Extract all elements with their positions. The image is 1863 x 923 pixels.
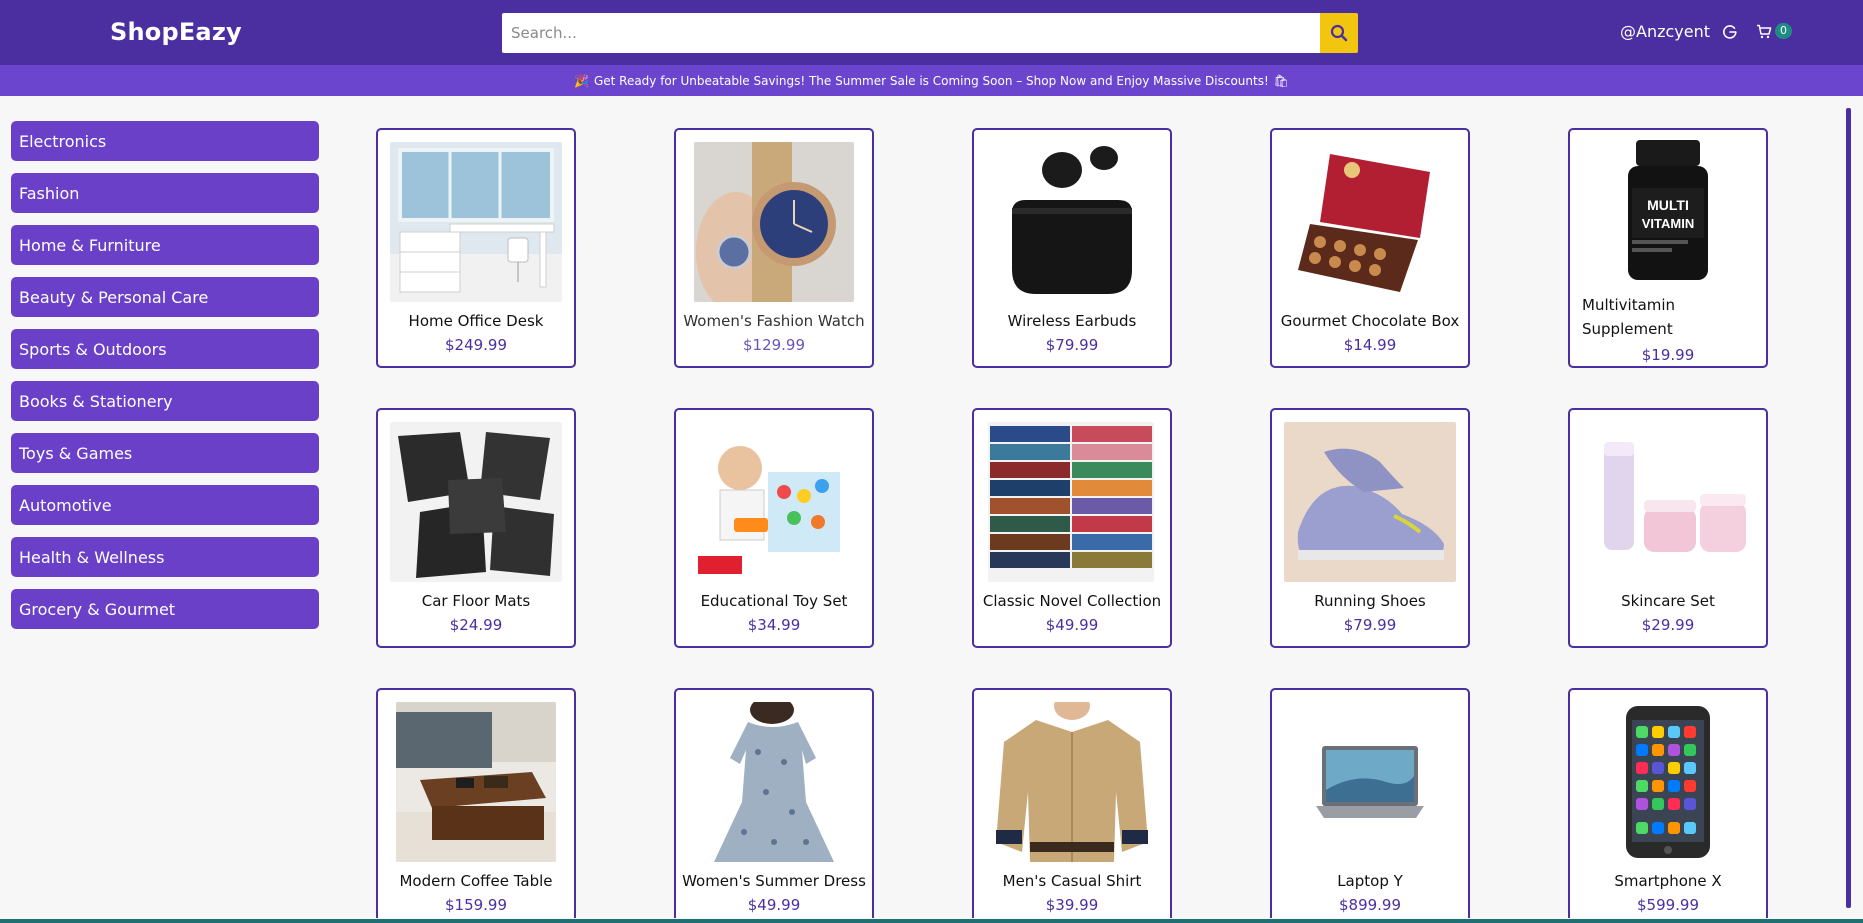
announcement-text: Get Ready for Unbeatable Savings! The Su…: [593, 73, 1269, 88]
logout-icon[interactable]: [1722, 24, 1738, 40]
shoes-icon: [1284, 422, 1456, 582]
username-link[interactable]: @Anzcyent: [1620, 22, 1710, 41]
watch-icon: [694, 142, 854, 302]
product-card[interactable]: Home Office Desk $249.99: [376, 128, 576, 368]
smartphone-icon: [1588, 702, 1748, 862]
svg-text:VITAMIN: VITAMIN: [1642, 216, 1694, 231]
category-toys[interactable]: Toys & Games: [11, 433, 319, 473]
desk-icon: [390, 142, 562, 302]
category-sports[interactable]: Sports & Outdoors: [11, 329, 319, 369]
cart-icon: [1757, 24, 1772, 38]
product-name: Running Shoes: [1314, 592, 1426, 610]
chocolate-box-icon: [1290, 142, 1450, 302]
party-popper-icon: 🎉: [573, 73, 589, 88]
product-price: $129.99: [742, 336, 806, 354]
product-name: Laptop Y: [1337, 872, 1403, 890]
product-name: Multivitamin Supplement: [1582, 296, 1676, 338]
category-beauty[interactable]: Beauty & Personal Care: [11, 277, 319, 317]
product-name: Women's Summer Dress: [682, 872, 866, 890]
shirt-icon: [992, 702, 1152, 862]
svg-text:MULTI: MULTI: [1647, 197, 1689, 213]
search-bar: [502, 13, 1358, 53]
product-name: Home Office Desk: [408, 312, 544, 330]
search-button[interactable]: [1320, 13, 1358, 53]
product-price: $249.99: [444, 336, 508, 354]
product-card[interactable]: Classic Novel Collection $49.99: [972, 408, 1172, 648]
cart-count-badge: 0: [1775, 23, 1792, 39]
product-card[interactable]: Laptop Y $899.99: [1270, 688, 1470, 918]
vitamin-bottle-icon: MULTI VITAMIN: [1588, 136, 1748, 284]
coffee-table-icon: [396, 702, 556, 862]
product-card[interactable]: Gourmet Chocolate Box $14.99: [1270, 128, 1470, 368]
product-name: Gourmet Chocolate Box: [1280, 312, 1460, 330]
product-price: $49.99: [1045, 616, 1099, 634]
product-name: Smartphone X: [1614, 872, 1722, 890]
category-books[interactable]: Books & Stationery: [11, 381, 319, 421]
earbuds-icon: [992, 142, 1152, 302]
product-name: Men's Casual Shirt: [1002, 872, 1142, 890]
search-icon: [1330, 24, 1348, 42]
product-price: $79.99: [1045, 336, 1099, 354]
category-home-furniture[interactable]: Home & Furniture: [11, 225, 319, 265]
product-price: $599.99: [1636, 896, 1700, 914]
product-name: Wireless Earbuds: [1007, 312, 1137, 330]
product-card[interactable]: MULTI VITAMIN Multivitamin Supplement $1…: [1568, 128, 1768, 368]
product-card[interactable]: Women's Summer Dress $49.99: [674, 688, 874, 918]
product-price: $899.99: [1338, 896, 1402, 914]
bottom-divider: [0, 919, 1863, 923]
category-electronics[interactable]: Electronics: [11, 121, 319, 161]
product-card[interactable]: Men's Casual Shirt $39.99: [972, 688, 1172, 918]
product-price: $79.99: [1343, 616, 1397, 634]
floor-mats-icon: [390, 422, 562, 582]
product-card[interactable]: Running Shoes $79.99: [1270, 408, 1470, 648]
product-name: Car Floor Mats: [421, 592, 531, 610]
announcement-bar: 🎉 Get Ready for Unbeatable Savings! The …: [0, 65, 1863, 96]
product-card[interactable]: Women's Fashion Watch $129.99: [674, 128, 874, 368]
product-price: $29.99: [1641, 616, 1695, 634]
product-grid: Home Office Desk $249.99 Women's Fashion…: [376, 128, 1776, 918]
product-card[interactable]: Wireless Earbuds $79.99: [972, 128, 1172, 368]
skincare-icon: [1588, 422, 1748, 582]
product-price: $159.99: [444, 896, 508, 914]
product-name: Educational Toy Set: [700, 592, 848, 610]
site-logo[interactable]: ShopEazy: [110, 18, 242, 46]
product-card[interactable]: Skincare Set $29.99: [1568, 408, 1768, 648]
books-icon: [988, 422, 1154, 582]
product-price: $14.99: [1343, 336, 1397, 354]
page-scrollbar[interactable]: [1846, 108, 1851, 908]
product-price: $24.99: [449, 616, 503, 634]
product-price: $49.99: [747, 896, 801, 914]
product-price: $19.99: [1641, 346, 1695, 364]
search-input[interactable]: [502, 13, 1320, 53]
dress-icon: [694, 702, 854, 862]
product-card[interactable]: Car Floor Mats $24.99: [376, 408, 576, 648]
product-card[interactable]: Smartphone X $599.99: [1568, 688, 1768, 918]
category-automotive[interactable]: Automotive: [11, 485, 319, 525]
toy-set-icon: [694, 422, 854, 582]
category-sidebar: Electronics Fashion Home & Furniture Bea…: [11, 121, 319, 641]
laptop-icon: [1316, 702, 1424, 862]
product-card[interactable]: Modern Coffee Table $159.99: [376, 688, 576, 918]
product-name: Women's Fashion Watch: [683, 312, 865, 330]
shopping-bags-icon: 🛍: [1273, 73, 1289, 88]
cart-button[interactable]: 0: [1756, 21, 1792, 41]
product-price: $34.99: [747, 616, 801, 634]
product-price: $39.99: [1045, 896, 1099, 914]
product-name: Classic Novel Collection: [982, 592, 1162, 610]
category-grocery[interactable]: Grocery & Gourmet: [11, 589, 319, 629]
product-name: Modern Coffee Table: [399, 872, 553, 890]
product-name: Skincare Set: [1621, 592, 1715, 610]
category-fashion[interactable]: Fashion: [11, 173, 319, 213]
product-card[interactable]: Educational Toy Set $34.99: [674, 408, 874, 648]
category-health[interactable]: Health & Wellness: [11, 537, 319, 577]
top-navbar: ShopEazy @Anzcyent 0: [0, 0, 1863, 65]
